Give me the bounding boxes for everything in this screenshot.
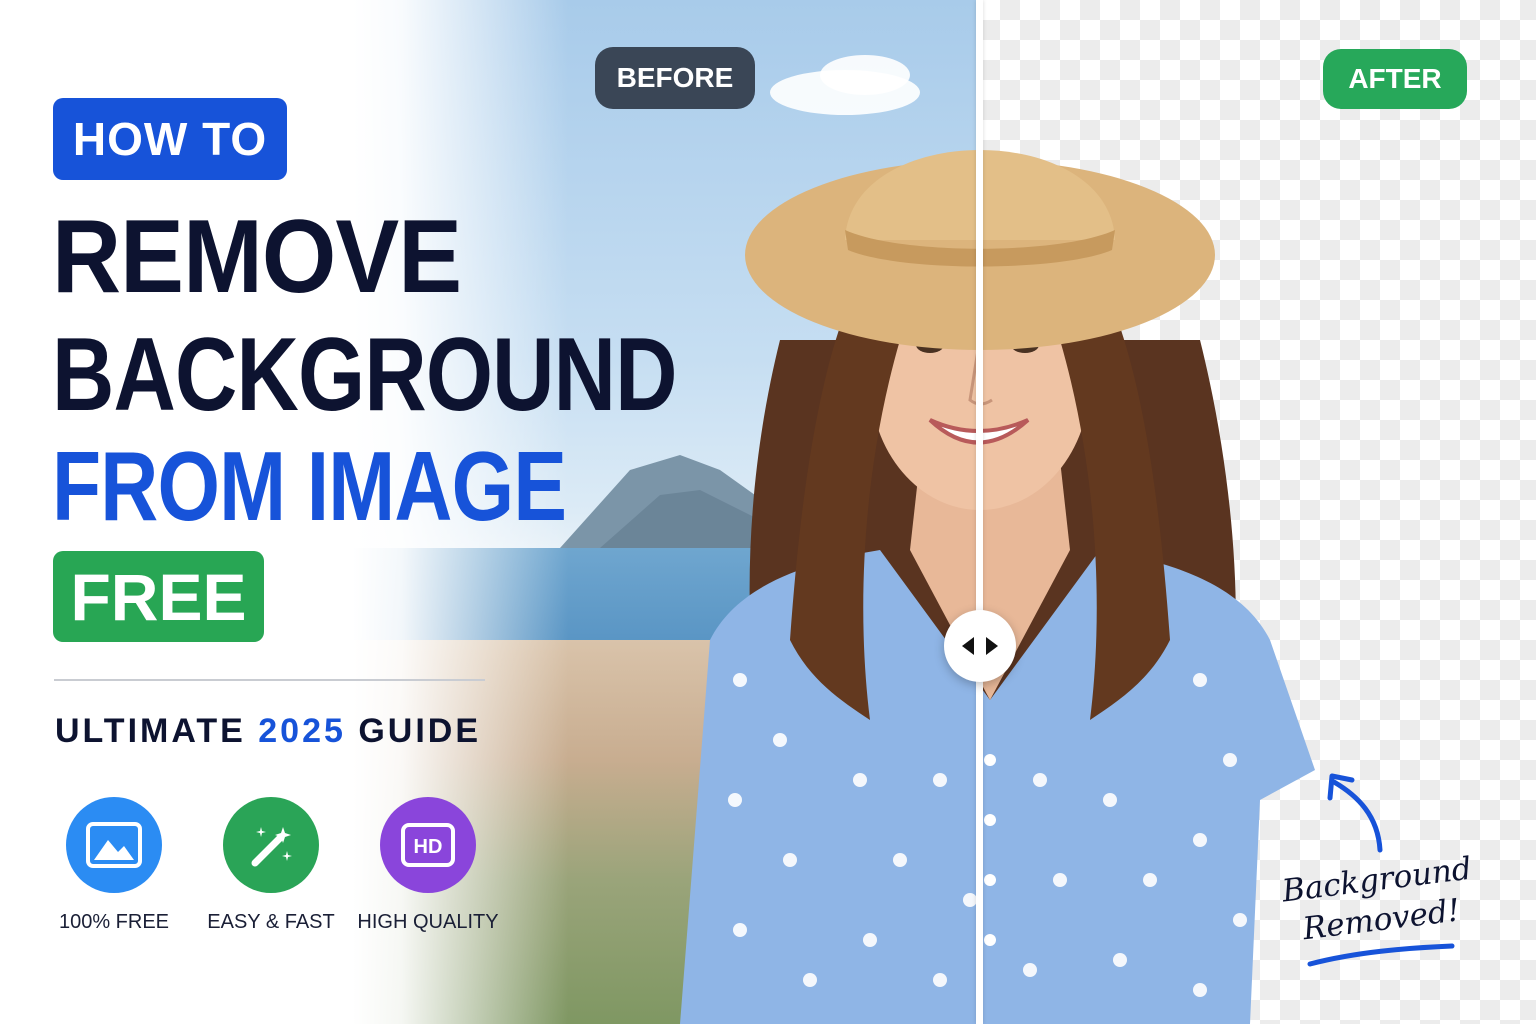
feature-high-quality-label: HIGH QUALITY bbox=[357, 911, 499, 933]
guide-subtitle: ULTIMATE 2025 GUIDE bbox=[55, 712, 481, 751]
guide-prefix: ULTIMATE bbox=[55, 712, 246, 750]
woman-portrait bbox=[680, 150, 1315, 1024]
feature-easy-fast-label: EASY & FAST bbox=[207, 911, 335, 933]
divider-rule bbox=[54, 679, 485, 681]
feature-high-quality: HD HIGH QUALITY bbox=[348, 797, 508, 934]
after-badge: AFTER bbox=[1323, 49, 1467, 109]
how-to-badge: HOW TO bbox=[53, 98, 287, 180]
free-badge: FREE bbox=[53, 551, 264, 642]
headline-line-2: BACKGROUND bbox=[52, 317, 678, 433]
feature-free: 100% FREE bbox=[34, 797, 194, 934]
feature-free-label: 100% FREE bbox=[58, 911, 170, 933]
curved-arrow-icon bbox=[1327, 773, 1383, 853]
guide-year: 2025 bbox=[258, 712, 346, 750]
headline-line-1: REMOVE bbox=[52, 199, 462, 315]
svg-text:HD: HD bbox=[414, 836, 443, 858]
feature-easy-fast: EASY & FAST bbox=[191, 797, 351, 934]
magic-wand-icon bbox=[223, 797, 319, 893]
comparison-divider[interactable] bbox=[976, 0, 983, 1024]
comparison-slider-handle[interactable] bbox=[944, 610, 1016, 682]
headline-line-3: FROM IMAGE bbox=[52, 431, 567, 541]
hd-icon: HD bbox=[380, 797, 476, 893]
arrow-left-icon bbox=[962, 637, 974, 655]
annotation-underline bbox=[1307, 943, 1455, 967]
guide-suffix: GUIDE bbox=[358, 712, 482, 750]
image-icon bbox=[66, 797, 162, 893]
before-badge: BEFORE bbox=[595, 47, 755, 109]
arrow-right-icon bbox=[986, 637, 998, 655]
